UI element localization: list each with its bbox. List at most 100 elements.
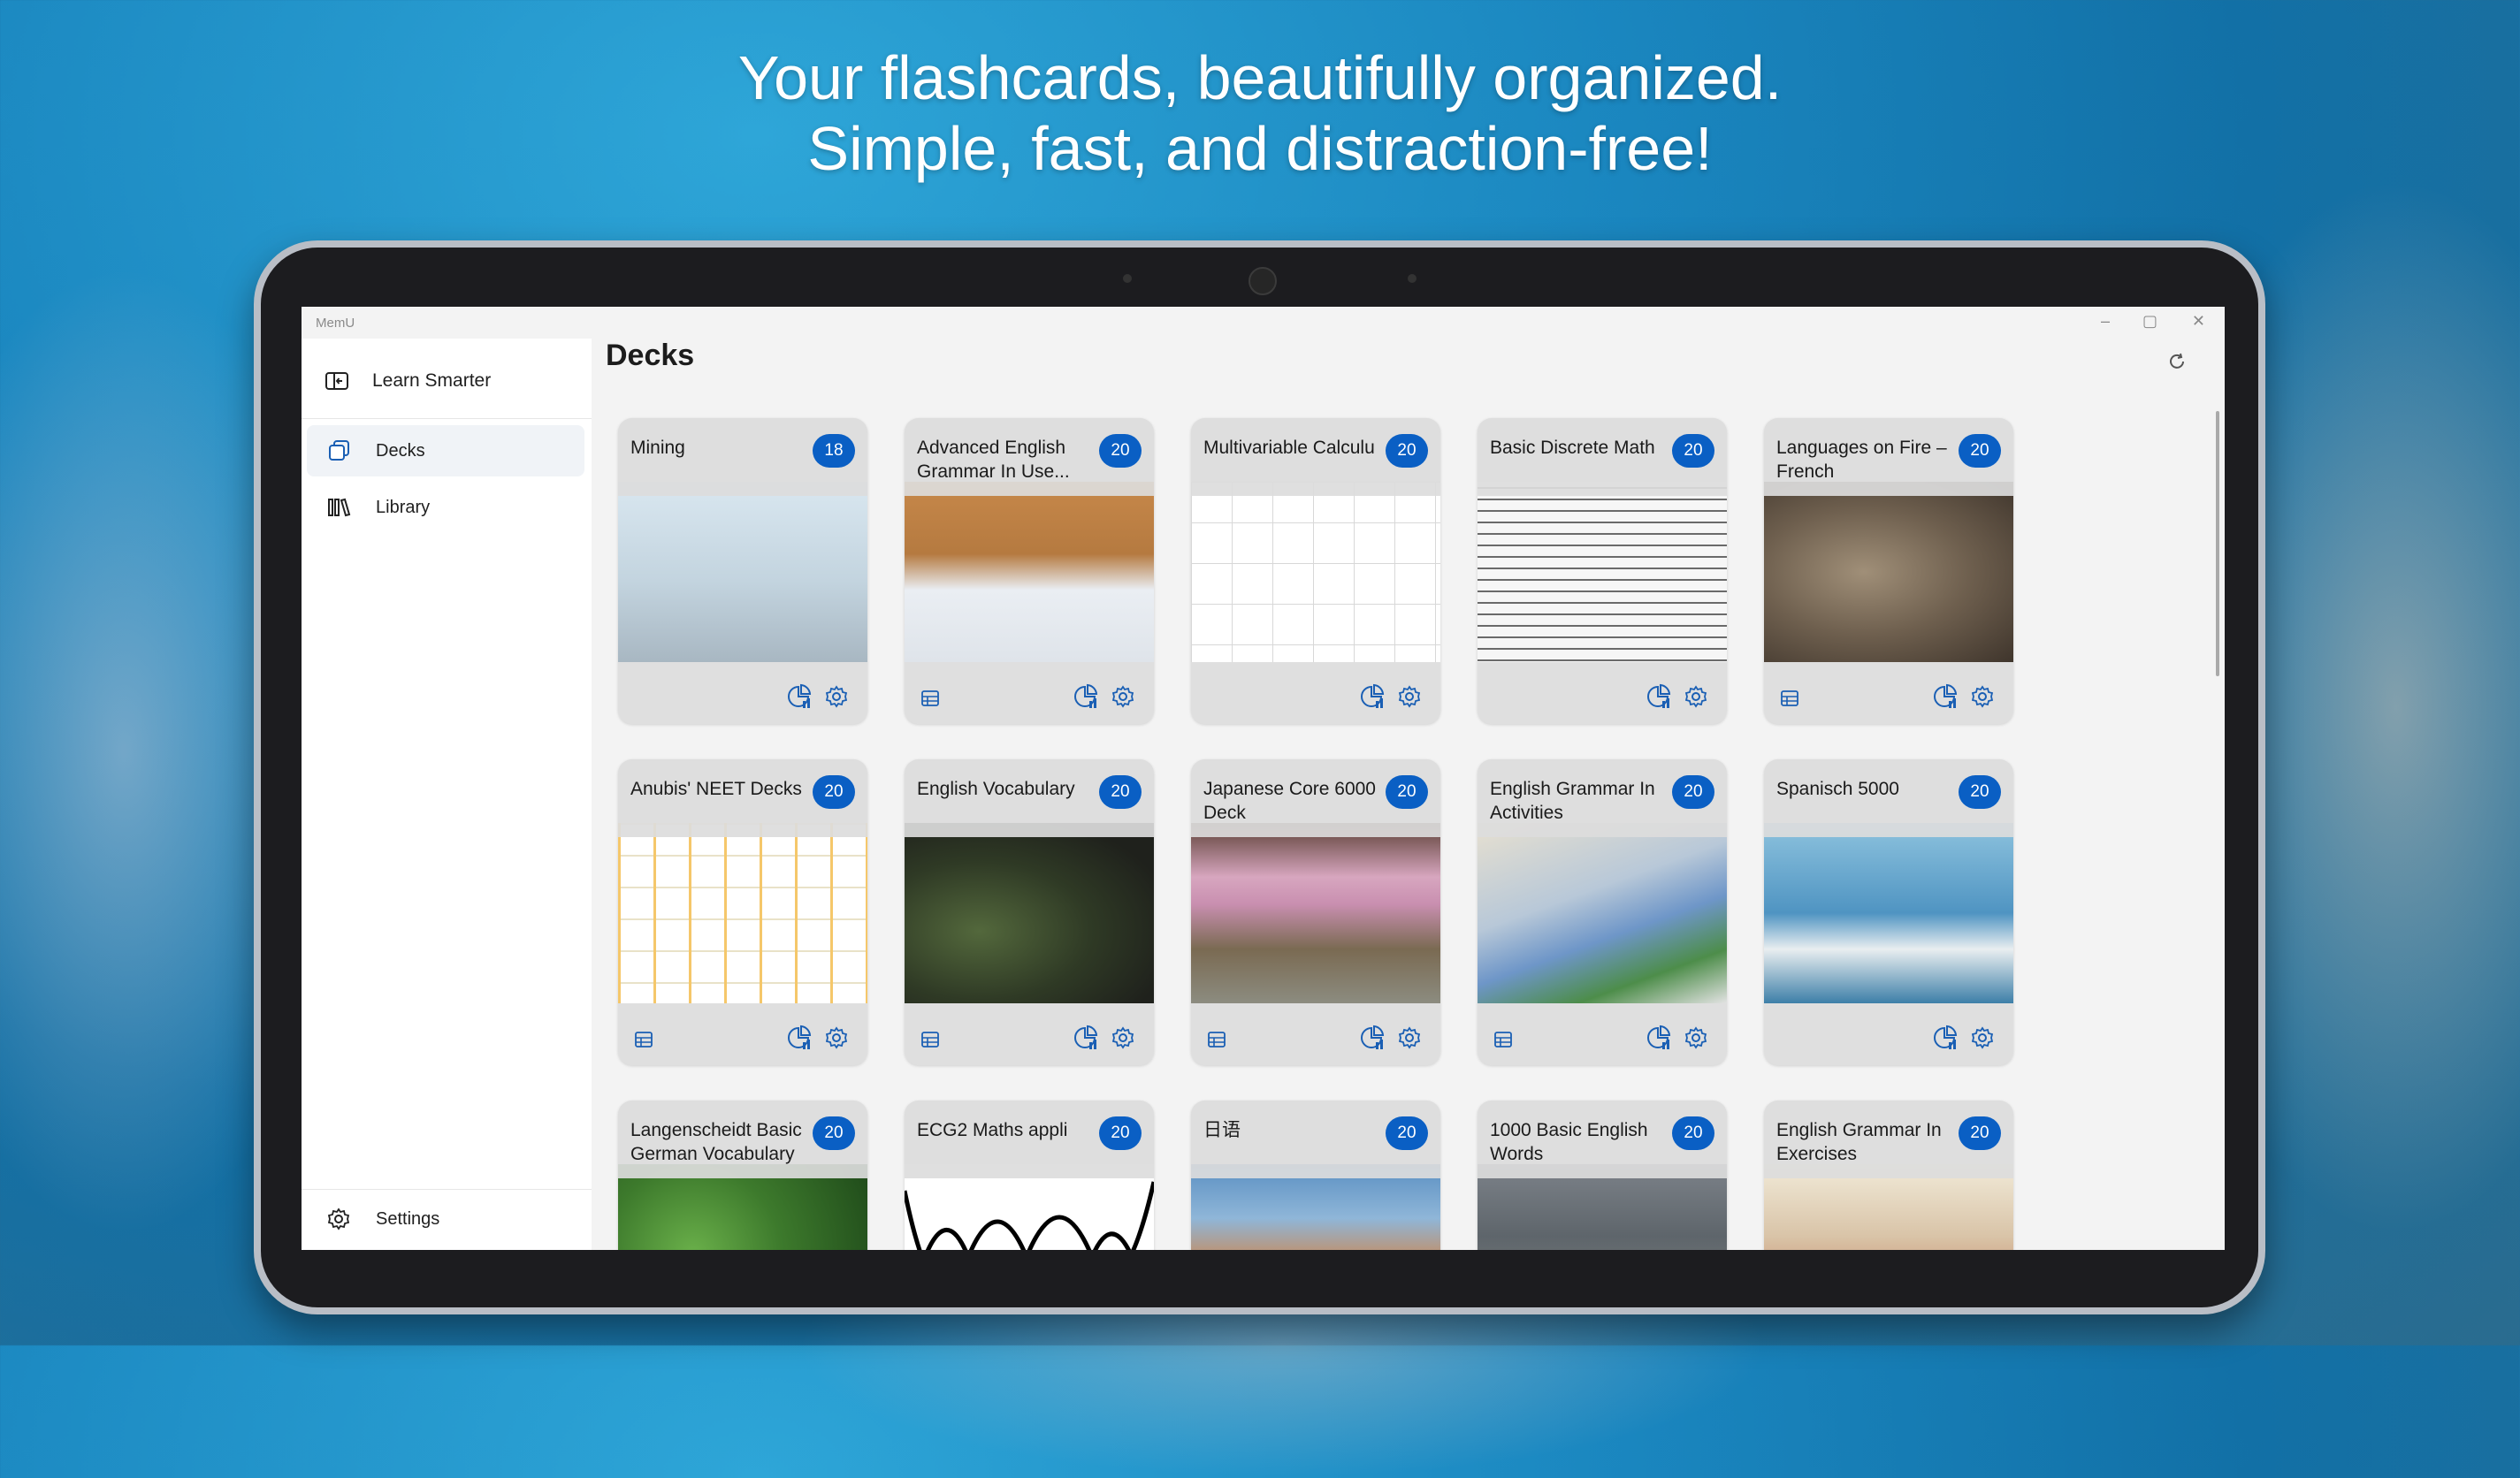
table-icon[interactable] xyxy=(1490,1026,1516,1053)
deck-card-header: Basic Discrete Math 20 xyxy=(1478,418,1727,496)
stats-icon[interactable] xyxy=(1359,683,1386,710)
deck-card-header: Mining 18 xyxy=(618,418,867,496)
deck-card-footer xyxy=(1478,662,1727,724)
deck-title: 日语 xyxy=(1203,1120,1241,1140)
due-count-badge: 20 xyxy=(1672,1116,1714,1150)
table-icon[interactable] xyxy=(917,1026,943,1053)
stats-icon[interactable] xyxy=(786,683,813,710)
gear-icon xyxy=(325,1205,353,1233)
deck-title: Anubis' NEET Decks xyxy=(630,779,802,799)
due-count-badge: 20 xyxy=(1386,775,1428,809)
sensor-dot xyxy=(1123,274,1132,283)
deck-card[interactable]: 日语 20 xyxy=(1191,1101,1440,1250)
stats-icon[interactable] xyxy=(1932,1025,1959,1051)
sidebar-item-decks[interactable]: Decks xyxy=(307,425,584,476)
deck-card-footer xyxy=(1478,1003,1727,1065)
deck-card[interactable]: Advanced English Grammar In Use... 20 xyxy=(905,418,1154,724)
deck-card[interactable]: Multivariable Calculu 20 xyxy=(1191,418,1440,724)
divider xyxy=(302,418,592,419)
deck-title: ECG2 Maths appli xyxy=(917,1120,1068,1140)
stats-icon[interactable] xyxy=(786,1025,813,1051)
table-icon[interactable] xyxy=(630,1026,657,1053)
due-count-badge: 20 xyxy=(1099,434,1142,468)
scrollbar[interactable] xyxy=(2216,411,2219,676)
due-count-badge: 20 xyxy=(1386,434,1428,468)
deck-thumbnail xyxy=(618,823,867,1003)
deck-card-footer xyxy=(1191,1003,1440,1065)
page-title: Decks xyxy=(606,339,695,372)
gear-icon[interactable] xyxy=(1683,1025,1709,1051)
deck-title: English Grammar In Exercises xyxy=(1776,1120,1942,1164)
deck-card[interactable]: Languages on Fire – French 20 xyxy=(1764,418,2013,724)
deck-card-header: English Vocabulary 20 xyxy=(905,759,1154,837)
deck-card[interactable]: Basic Discrete Math 20 xyxy=(1478,418,1727,724)
deck-thumbnail xyxy=(1191,482,1440,662)
stats-icon[interactable] xyxy=(1646,1025,1672,1051)
deck-thumbnail xyxy=(618,482,867,662)
deck-card-footer xyxy=(1191,662,1440,724)
promo-headline: Your flashcards, beautifully organized. … xyxy=(0,42,2520,184)
camera-icon xyxy=(1249,267,1277,295)
gear-icon[interactable] xyxy=(1396,683,1423,710)
deck-title: Advanced English Grammar In Use... xyxy=(917,438,1070,482)
maximize-icon[interactable]: ▢ xyxy=(2142,312,2157,331)
refresh-icon[interactable] xyxy=(2165,349,2189,374)
deck-card[interactable]: Japanese Core 6000 Deck 20 xyxy=(1191,759,1440,1065)
due-count-badge: 20 xyxy=(1099,775,1142,809)
due-count-badge: 20 xyxy=(1672,434,1714,468)
deck-card[interactable]: Spanisch 5000 20 xyxy=(1764,759,2013,1065)
deck-card[interactable]: Langenscheidt Basic German Vocabulary 20 xyxy=(618,1101,867,1250)
sidebar: Learn Smarter Decks Library Settings xyxy=(302,339,592,1250)
stats-icon[interactable] xyxy=(1932,683,1959,710)
deck-title: Spanisch 5000 xyxy=(1776,779,1899,799)
decks-icon xyxy=(325,437,353,465)
sidebar-item-settings[interactable]: Settings xyxy=(307,1193,584,1245)
deck-card-header: English Grammar In Activities 20 xyxy=(1478,759,1727,837)
sidebar-toggle[interactable]: Learn Smarter xyxy=(325,363,491,399)
close-icon[interactable]: ✕ xyxy=(2192,312,2205,331)
table-icon[interactable] xyxy=(917,685,943,712)
stats-icon[interactable] xyxy=(1073,1025,1099,1051)
deck-card-footer xyxy=(618,1003,867,1065)
due-count-badge: 20 xyxy=(1672,775,1714,809)
gear-icon[interactable] xyxy=(1683,683,1709,710)
deck-card[interactable]: Mining 18 xyxy=(618,418,867,724)
due-count-badge: 18 xyxy=(813,434,855,468)
deck-thumbnail xyxy=(1764,482,2013,662)
gear-icon[interactable] xyxy=(1396,1025,1423,1051)
minimize-icon[interactable]: – xyxy=(2101,312,2110,331)
sensor-dot xyxy=(1408,274,1417,283)
stats-icon[interactable] xyxy=(1359,1025,1386,1051)
deck-card[interactable]: Anubis' NEET Decks 20 xyxy=(618,759,867,1065)
deck-card-footer xyxy=(905,1003,1154,1065)
app-window: MemU – ▢ ✕ Learn Smarter Decks Library S… xyxy=(302,307,2225,1250)
deck-card[interactable]: ECG2 Maths appli 20 xyxy=(905,1101,1154,1250)
deck-title: Multivariable Calculu xyxy=(1203,438,1375,458)
stats-icon[interactable] xyxy=(1073,683,1099,710)
due-count-badge: 20 xyxy=(1099,1116,1142,1150)
gear-icon[interactable] xyxy=(1110,683,1136,710)
stats-icon[interactable] xyxy=(1646,683,1672,710)
sidebar-item-library[interactable]: Library xyxy=(307,482,584,533)
gear-icon[interactable] xyxy=(823,1025,850,1051)
deck-card[interactable]: English Vocabulary 20 xyxy=(905,759,1154,1065)
deck-card-header: Advanced English Grammar In Use... 20 xyxy=(905,418,1154,496)
deck-title: English Vocabulary xyxy=(917,779,1075,799)
deck-thumbnail xyxy=(1191,823,1440,1003)
gear-icon[interactable] xyxy=(1969,683,1996,710)
due-count-badge: 20 xyxy=(1386,1116,1428,1150)
due-count-badge: 20 xyxy=(1959,1116,2001,1150)
gear-icon[interactable] xyxy=(1969,1025,1996,1051)
deck-title: Mining xyxy=(630,438,685,458)
deck-card[interactable]: 1000 Basic English Words 20 xyxy=(1478,1101,1727,1250)
deck-card-footer xyxy=(1764,662,2013,724)
deck-card-header: Japanese Core 6000 Deck 20 xyxy=(1191,759,1440,837)
sidebar-item-label: Settings xyxy=(376,1208,440,1229)
deck-card[interactable]: English Grammar In Activities 20 xyxy=(1478,759,1727,1065)
deck-card[interactable]: English Grammar In Exercises 20 xyxy=(1764,1101,2013,1250)
gear-icon[interactable] xyxy=(823,683,850,710)
deck-card-header: Spanisch 5000 20 xyxy=(1764,759,2013,837)
gear-icon[interactable] xyxy=(1110,1025,1136,1051)
table-icon[interactable] xyxy=(1203,1026,1230,1053)
table-icon[interactable] xyxy=(1776,685,1803,712)
